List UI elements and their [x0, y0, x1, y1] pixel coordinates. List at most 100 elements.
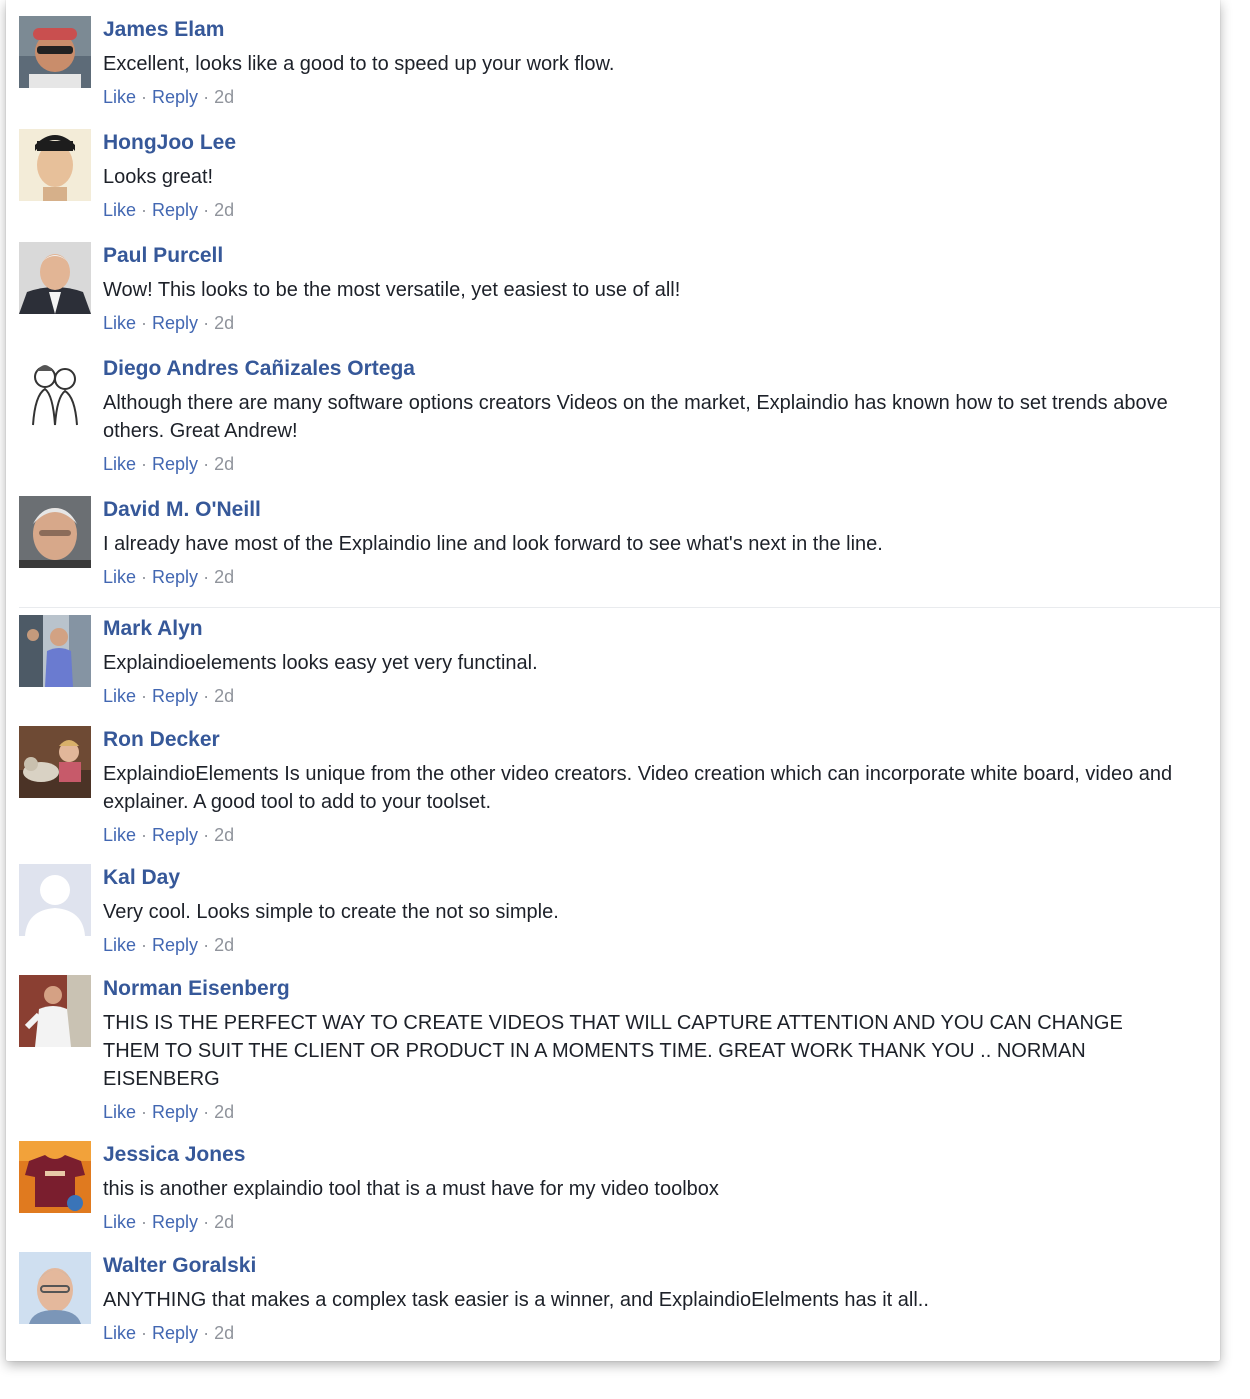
- comment-actions: Like · Reply · 2d: [103, 934, 1180, 956]
- comment-text: Although there are many software options…: [103, 392, 1168, 442]
- comment-actions: Like · Reply · 2d: [103, 312, 1180, 334]
- separator-dot: ·: [141, 87, 148, 107]
- separator-dot: ·: [141, 935, 148, 955]
- comment-author[interactable]: Mark Alyn: [103, 615, 1180, 645]
- comment-timestamp[interactable]: 2d: [214, 1212, 234, 1232]
- separator-dot: ·: [141, 200, 148, 220]
- comments-panel: James Elam Excellent, looks like a good …: [6, 0, 1220, 1361]
- like-link[interactable]: Like: [103, 1102, 136, 1122]
- reply-link[interactable]: Reply: [152, 1212, 198, 1232]
- reply-link[interactable]: Reply: [152, 200, 198, 220]
- comment-actions: Like · Reply · 2d: [103, 1211, 1180, 1233]
- reply-link[interactable]: Reply: [152, 825, 198, 845]
- separator-dot: ·: [203, 200, 210, 220]
- comment-timestamp[interactable]: 2d: [214, 87, 234, 107]
- comment-author[interactable]: Kal Day: [103, 864, 1180, 894]
- comment-timestamp[interactable]: 2d: [214, 200, 234, 220]
- avatar[interactable]: [19, 1252, 91, 1324]
- avatar[interactable]: [19, 242, 91, 314]
- comment-timestamp[interactable]: 2d: [214, 454, 234, 474]
- separator-dot: ·: [203, 313, 210, 333]
- comment-author[interactable]: Ron Decker: [103, 726, 1180, 756]
- separator-dot: ·: [203, 1323, 210, 1343]
- reply-link[interactable]: Reply: [152, 1102, 198, 1122]
- reply-link[interactable]: Reply: [152, 1323, 198, 1343]
- avatar[interactable]: [19, 726, 91, 798]
- comment-text: Looks great!: [103, 166, 214, 188]
- reply-link[interactable]: Reply: [152, 686, 198, 706]
- comment-text: THIS IS THE PERFECT WAY TO CREATE VIDEOS…: [103, 1012, 1123, 1090]
- comment-author[interactable]: Diego Andres Cañizales Ortega: [103, 355, 1180, 385]
- comment-timestamp[interactable]: 2d: [214, 935, 234, 955]
- like-link[interactable]: Like: [103, 200, 136, 220]
- comment-timestamp[interactable]: 2d: [214, 686, 234, 706]
- comment-author[interactable]: Paul Purcell: [103, 242, 1180, 272]
- like-link[interactable]: Like: [103, 935, 136, 955]
- avatar[interactable]: [19, 975, 91, 1047]
- comment-actions: Like · Reply · 2d: [103, 199, 1180, 221]
- comment-author[interactable]: David M. O'Neill: [103, 496, 1180, 526]
- comment-timestamp[interactable]: 2d: [214, 1102, 234, 1122]
- comment-text: this is another explaindio tool that is …: [103, 1178, 719, 1200]
- comment-author[interactable]: Jessica Jones: [103, 1141, 1180, 1171]
- reply-link[interactable]: Reply: [152, 87, 198, 107]
- comment-timestamp[interactable]: 2d: [214, 567, 234, 587]
- comment-actions: Like · Reply · 2d: [103, 1101, 1180, 1123]
- like-link[interactable]: Like: [103, 567, 136, 587]
- comment-text: Very cool. Looks simple to create the no…: [103, 901, 559, 923]
- separator-dot: ·: [203, 1102, 210, 1122]
- comment-actions: Like · Reply · 2d: [103, 86, 1180, 108]
- like-link[interactable]: Like: [103, 313, 136, 333]
- avatar[interactable]: [19, 16, 91, 88]
- section-divider: [19, 607, 1220, 608]
- separator-dot: ·: [141, 1212, 148, 1232]
- avatar[interactable]: [19, 1141, 91, 1213]
- avatar[interactable]: [19, 496, 91, 568]
- like-link[interactable]: Like: [103, 686, 136, 706]
- comment-text: ExplaindioElements Is unique from the ot…: [103, 763, 1173, 813]
- separator-dot: ·: [141, 313, 148, 333]
- separator-dot: ·: [203, 935, 210, 955]
- comment-text: I already have most of the Explaindio li…: [103, 533, 883, 555]
- avatar[interactable]: [19, 129, 91, 201]
- default-avatar-silhouette-icon[interactable]: [19, 864, 91, 936]
- avatar[interactable]: [19, 355, 91, 427]
- like-link[interactable]: Like: [103, 87, 136, 107]
- separator-dot: ·: [141, 686, 148, 706]
- like-link[interactable]: Like: [103, 454, 136, 474]
- comment-text: Explaindioelements looks easy yet very f…: [103, 652, 538, 674]
- avatar[interactable]: [19, 615, 91, 687]
- like-link[interactable]: Like: [103, 825, 136, 845]
- separator-dot: ·: [203, 1212, 210, 1232]
- separator-dot: ·: [203, 686, 210, 706]
- separator-dot: ·: [141, 454, 148, 474]
- like-link[interactable]: Like: [103, 1323, 136, 1343]
- comment-author[interactable]: James Elam: [103, 16, 1180, 46]
- reply-link[interactable]: Reply: [152, 935, 198, 955]
- comment-actions: Like · Reply · 2d: [103, 566, 1180, 588]
- separator-dot: ·: [203, 567, 210, 587]
- reply-link[interactable]: Reply: [152, 454, 198, 474]
- comment-actions: Like · Reply · 2d: [103, 824, 1180, 846]
- like-link[interactable]: Like: [103, 1212, 136, 1232]
- reply-link[interactable]: Reply: [152, 567, 198, 587]
- comment-actions: Like · Reply · 2d: [103, 1322, 1180, 1344]
- comment-text: ANYTHING that makes a complex task easie…: [103, 1289, 929, 1311]
- comment-author[interactable]: Walter Goralski: [103, 1252, 1180, 1282]
- separator-dot: ·: [203, 825, 210, 845]
- separator-dot: ·: [203, 87, 210, 107]
- comment-author[interactable]: Norman Eisenberg: [103, 975, 1180, 1005]
- reply-link[interactable]: Reply: [152, 313, 198, 333]
- comment-author[interactable]: HongJoo Lee: [103, 129, 1180, 159]
- comment-timestamp[interactable]: 2d: [214, 825, 234, 845]
- separator-dot: ·: [141, 567, 148, 587]
- comment-timestamp[interactable]: 2d: [214, 313, 234, 333]
- comment-timestamp[interactable]: 2d: [214, 1323, 234, 1343]
- comment-text: Excellent, looks like a good to to speed…: [103, 53, 615, 75]
- separator-dot: ·: [141, 1323, 148, 1343]
- separator-dot: ·: [141, 1102, 148, 1122]
- comment-actions: Like · Reply · 2d: [103, 685, 1180, 707]
- separator-dot: ·: [203, 454, 210, 474]
- comment-text: Wow! This looks to be the most versatile…: [103, 279, 681, 301]
- comment-actions: Like · Reply · 2d: [103, 453, 1180, 475]
